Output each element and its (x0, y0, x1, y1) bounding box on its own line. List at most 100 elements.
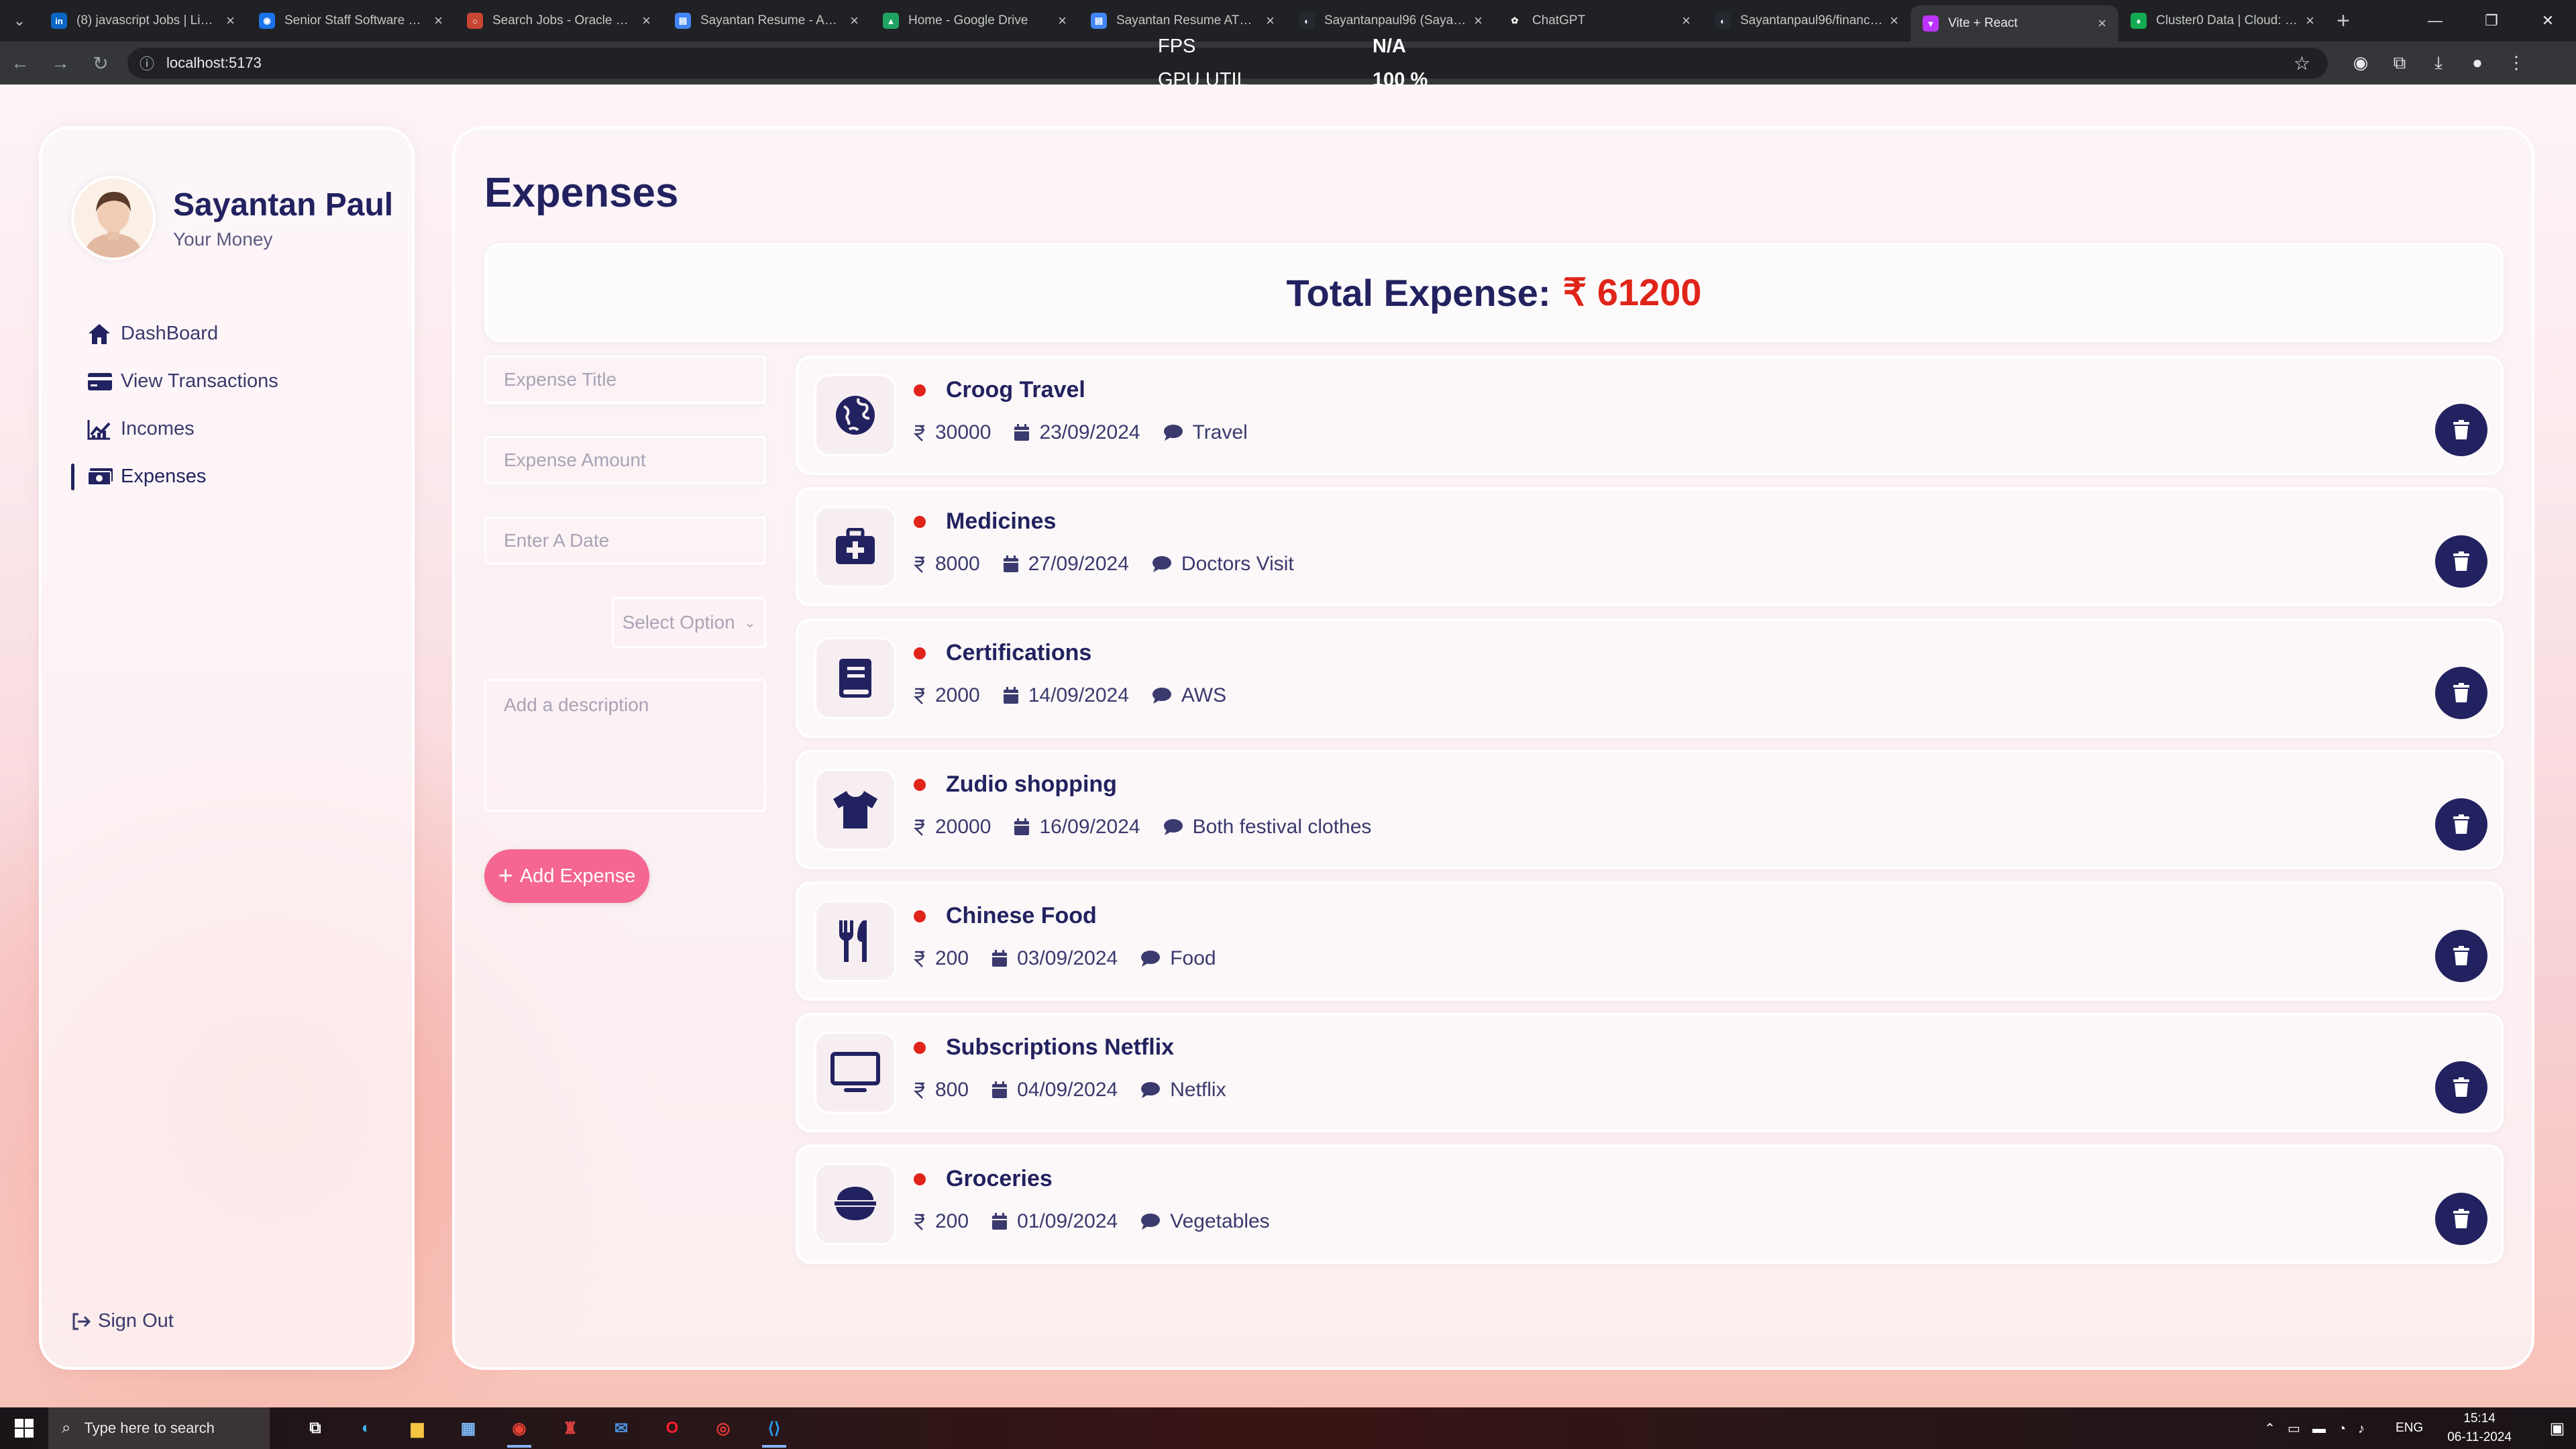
category-select[interactable]: Select Option ⌄ (612, 597, 766, 648)
tab-close-icon[interactable]: × (434, 12, 443, 30)
tab-title: Search Jobs - Oracle Careers (492, 13, 636, 28)
new-tab-button[interactable]: + (2326, 8, 2360, 34)
sidebar-item-expenses[interactable]: Expenses (71, 453, 278, 500)
task-view-icon[interactable]: ⧉ (290, 1407, 341, 1449)
page-title: Expenses (484, 170, 679, 216)
expense-category-icon-box (814, 1032, 896, 1114)
reload-icon[interactable]: ↻ (80, 52, 121, 74)
game-app-icon[interactable]: ♜ (545, 1407, 596, 1449)
tab-close-icon[interactable]: × (1682, 12, 1690, 30)
browser-tab[interactable]: ◉ Senior Staff Software Engineer × (247, 0, 455, 42)
expense-amount: 200 (935, 1210, 969, 1232)
tab-close-icon[interactable]: × (2306, 12, 2314, 30)
sidebar-item-dashboard[interactable]: DashBoard (71, 310, 278, 358)
expense-description: Travel (1192, 421, 1248, 443)
gpu-label: GPU UTIL (1158, 69, 1248, 91)
language-indicator[interactable]: ENG (2396, 1421, 2423, 1436)
sidebar-item-incomes[interactable]: Incomes (71, 405, 278, 453)
comment-icon (1140, 1213, 1161, 1230)
expense-list: Croog Travel 30000 23/09/2024 Travel Med… (796, 356, 2504, 1276)
opera-icon[interactable]: O (647, 1407, 698, 1449)
delete-expense-button[interactable] (2435, 667, 2487, 719)
expense-title-input[interactable]: Expense Title (484, 356, 766, 404)
tab-close-icon[interactable]: × (1474, 12, 1483, 30)
sidebar-item-view-transactions[interactable]: View Transactions (71, 358, 278, 405)
notification-icon[interactable]: ▣ (2538, 1419, 2576, 1438)
avatar (71, 176, 156, 260)
delete-expense-button[interactable] (2435, 535, 2487, 588)
expense-amount-input[interactable]: Expense Amount (484, 436, 766, 484)
tab-close-icon[interactable]: × (1890, 12, 1898, 30)
media-app-icon[interactable]: ◎ (698, 1407, 749, 1449)
expense-item: Groceries 200 01/09/2024 Vegetables (796, 1144, 2504, 1264)
tab-close-icon[interactable]: × (642, 12, 651, 30)
expense-date-input[interactable]: Enter A Date (484, 517, 766, 565)
expense-item: Zudio shopping 20000 16/09/2024 Both fes… (796, 750, 2504, 869)
comment-icon (1152, 555, 1172, 573)
tab-close-icon[interactable]: × (226, 12, 235, 30)
delete-expense-button[interactable] (2435, 1061, 2487, 1114)
expense-title: Subscriptions Netflix (946, 1034, 1175, 1060)
taskbar-search-box[interactable]: ⌕ Type here to search (48, 1407, 270, 1449)
sign-out-button[interactable]: Sign Out (71, 1310, 174, 1332)
expense-title: Croog Travel (946, 377, 1085, 402)
delete-expense-button[interactable] (2435, 930, 2487, 982)
browser-tab[interactable]: ▲ Home - Google Drive × (871, 0, 1079, 42)
trash-icon (2453, 420, 2470, 440)
delete-expense-button[interactable] (2435, 404, 2487, 456)
status-dot (914, 778, 926, 791)
tab-close-icon[interactable]: × (1266, 12, 1275, 30)
expense-amount: 2000 (935, 684, 980, 706)
tab-title: Sayantanpaul96/finance-tracker (1740, 13, 1883, 28)
tv-icon (830, 1052, 880, 1093)
description-textarea[interactable]: Add a description (484, 679, 766, 812)
browser-tab[interactable]: ◐ Sayantanpaul96/finance-tracker × (1703, 0, 1911, 42)
expense-category-icon-box (814, 900, 896, 982)
expense-item: Certifications 2000 14/09/2024 AWS (796, 619, 2504, 738)
close-window-icon[interactable]: ✕ (2520, 0, 2576, 42)
delete-expense-button[interactable] (2435, 798, 2487, 851)
clock[interactable]: 15:14 06-11-2024 (2447, 1409, 2512, 1447)
tab-search-icon[interactable]: ⌄ (0, 0, 39, 42)
bookmark-star-icon[interactable]: ☆ (2294, 52, 2310, 74)
edge-icon[interactable]: ◐ (341, 1407, 392, 1449)
expense-amount: 30000 (935, 421, 991, 443)
site-info-icon[interactable]: ⓘ (140, 52, 154, 74)
total-expense-label: Total Expense: (1286, 271, 1551, 314)
tab-title: Vite + React (1948, 16, 2018, 30)
browser-tab[interactable]: ♦ Cluster0 Data | Cloud: MongoDB × (2118, 0, 2326, 42)
windows-start-icon[interactable] (0, 1419, 48, 1438)
menu-kebab-icon[interactable]: ⋮ (2497, 52, 2536, 74)
browser-tab[interactable]: ▤ Sayantan Resume - A4 - Google Docs × (663, 0, 871, 42)
profile-icon[interactable]: ◉ (2341, 52, 2380, 74)
delete-expense-button[interactable] (2435, 1193, 2487, 1245)
tray-icons[interactable]: ⌃▭▬◔♪ (2264, 1420, 2377, 1437)
vscode-icon[interactable]: ⟨⟩ (749, 1407, 800, 1449)
tab-close-icon[interactable]: × (850, 12, 859, 30)
minimize-icon[interactable]: — (2407, 0, 2463, 42)
browser-tab[interactable]: ▼ Vite + React × (1911, 5, 2118, 42)
browser-tab[interactable]: ✿ ChatGPT × (1495, 0, 1703, 42)
expense-category-icon-box (814, 1163, 896, 1245)
windows-taskbar: ⌕ Type here to search ⧉ ◐ ▆ ▦ ◉ ♜ ✉ O ◎ … (0, 1407, 2576, 1449)
outlook-icon[interactable]: ✉ (596, 1407, 647, 1449)
restore-icon[interactable]: ❐ (2463, 0, 2520, 42)
browser-tab[interactable]: ○ Search Jobs - Oracle Careers × (455, 0, 663, 42)
expense-description: AWS (1181, 684, 1227, 706)
comment-icon (1163, 818, 1183, 836)
browser-tab[interactable]: in (8) javascript Jobs | LinkedIn × (39, 0, 247, 42)
forward-icon[interactable]: → (40, 52, 80, 74)
add-expense-button[interactable]: + Add Expense (484, 849, 649, 903)
calendar-icon (1014, 818, 1030, 836)
account-icon[interactable]: ● (2458, 52, 2497, 74)
tab-close-icon[interactable]: × (1058, 12, 1067, 30)
user-name: Sayantan Paul (173, 186, 394, 223)
extensions-icon[interactable]: ⧉ (2380, 52, 2419, 74)
download-icon[interactable]: ⤓ (2419, 52, 2458, 74)
store-icon[interactable]: ▦ (443, 1407, 494, 1449)
chrome-icon[interactable]: ◉ (494, 1407, 545, 1449)
file-explorer-icon[interactable]: ▆ (392, 1407, 443, 1449)
tab-favicon-icon: ◉ (259, 13, 275, 29)
back-icon[interactable]: ← (0, 52, 40, 74)
tab-close-icon[interactable]: × (2098, 15, 2106, 32)
